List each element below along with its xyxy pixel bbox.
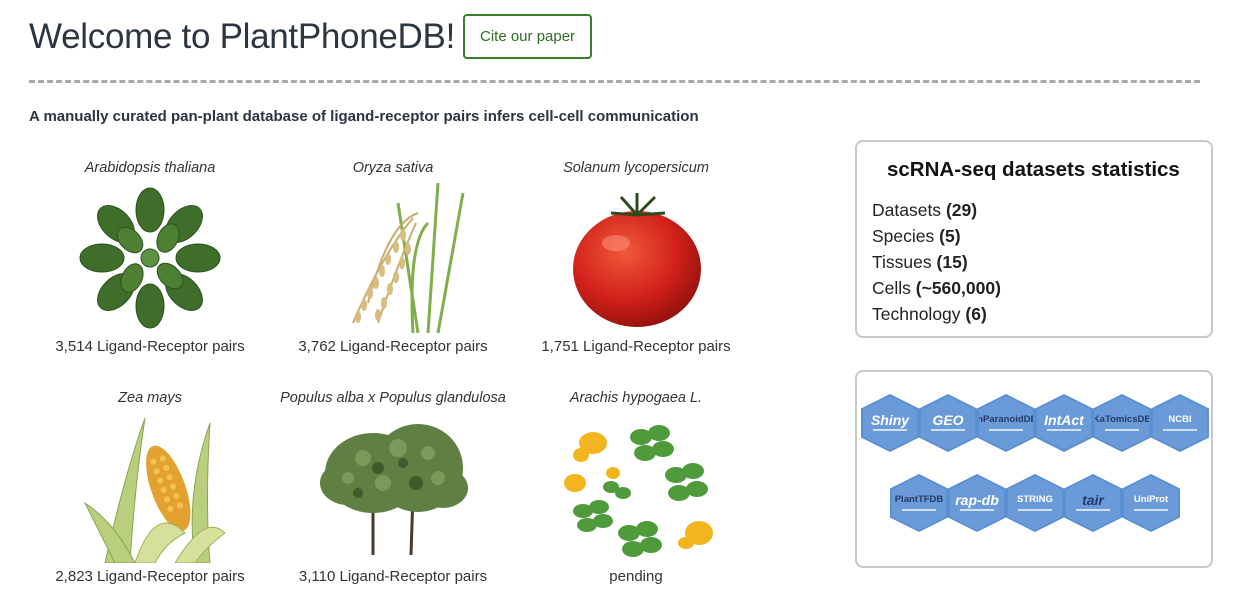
peanut-image — [521, 413, 751, 563]
stats-list: Datasets (29) Species (5) Tissues (15) C… — [872, 197, 1001, 327]
page-title: Welcome to PlantPhoneDB! — [29, 16, 455, 56]
intact-logo-link[interactable]: IntAct — [1035, 394, 1093, 452]
rice-image — [278, 183, 508, 333]
tair-logo-link[interactable]: tair — [1064, 474, 1122, 532]
pair-count: 3,762 Ligand-Receptor pairs — [298, 338, 488, 355]
planttfdb-logo-link[interactable]: PlantTFDB — [890, 474, 948, 532]
species-name: Populus alba x Populus glandulosa — [280, 390, 506, 406]
stat-technology: Technology (6) — [872, 304, 987, 324]
stats-title: scRNA-seq datasets statistics — [887, 158, 1180, 181]
resources-panel: Shiny GEO InParanoidDB IntAct KaTomicsDB… — [855, 370, 1213, 568]
stat-datasets: Datasets (29) — [872, 200, 978, 220]
rapdb-logo-link[interactable]: rap-db — [948, 474, 1006, 532]
species-name: Oryza sativa — [352, 160, 434, 176]
page-subtitle: A manually curated pan-plant database of… — [29, 108, 699, 125]
cite-paper-button[interactable]: Cite our paper — [463, 14, 593, 59]
species-card-corn[interactable]: Zea mays 2,823 Ligand-Receptor pairs — [35, 390, 265, 585]
species-card-arabidopsis[interactable]: Arabidopsis thaliana 3,514 Ligand-Recept… — [35, 160, 265, 355]
species-name: Arachis hypogaea L. — [569, 390, 703, 406]
string-logo-link[interactable]: STRING — [1006, 474, 1064, 532]
stats-panel: scRNA-seq datasets statistics Datasets (… — [855, 140, 1213, 338]
corn-image — [35, 413, 265, 563]
pair-count: 2,823 Ligand-Receptor pairs — [55, 568, 245, 585]
ncbi-logo-link[interactable]: NCBI — [1151, 394, 1209, 452]
shiny-logo-link[interactable]: Shiny — [861, 394, 919, 452]
divider — [29, 80, 1200, 83]
species-card-poplar[interactable]: Populus alba x Populus glandulosa 3,110 … — [278, 390, 508, 585]
stat-tissues: Tissues (15) — [872, 252, 968, 272]
species-name: Arabidopsis thaliana — [84, 160, 216, 176]
stat-species: Species (5) — [872, 226, 961, 246]
tomato-image — [521, 183, 751, 333]
tree-image — [278, 413, 508, 563]
uniprot-logo-link[interactable]: UniProt — [1122, 474, 1180, 532]
species-card-rice[interactable]: Oryza sativa 3,762 Ligand-Receptor pairs — [278, 160, 508, 355]
pair-count: 3,514 Ligand-Receptor pairs — [55, 338, 245, 355]
pair-count: 1,751 Ligand-Receptor pairs — [541, 338, 731, 355]
stat-cells: Cells (~560,000) — [872, 278, 1001, 298]
arabidopsis-image — [35, 183, 265, 333]
geo-logo-link[interactable]: GEO — [919, 394, 977, 452]
pair-count: 3,110 Ligand-Receptor pairs — [298, 568, 488, 585]
species-name: Zea mays — [118, 390, 182, 406]
species-card-tomato[interactable]: Solanum lycopersicum 1,751 Ligand-Recept… — [521, 160, 751, 355]
header: Welcome to PlantPhoneDB! Cite our paper — [29, 14, 593, 59]
species-name: Solanum lycopersicum — [563, 160, 709, 176]
inparanoid-logo-link[interactable]: InParanoidDB — [977, 394, 1035, 452]
katomicsdb-logo-link[interactable]: KaTomicsDB — [1093, 394, 1151, 452]
species-card-peanut[interactable]: Arachis hypogaea L. pending — [521, 390, 751, 585]
pair-status: pending — [609, 568, 663, 585]
